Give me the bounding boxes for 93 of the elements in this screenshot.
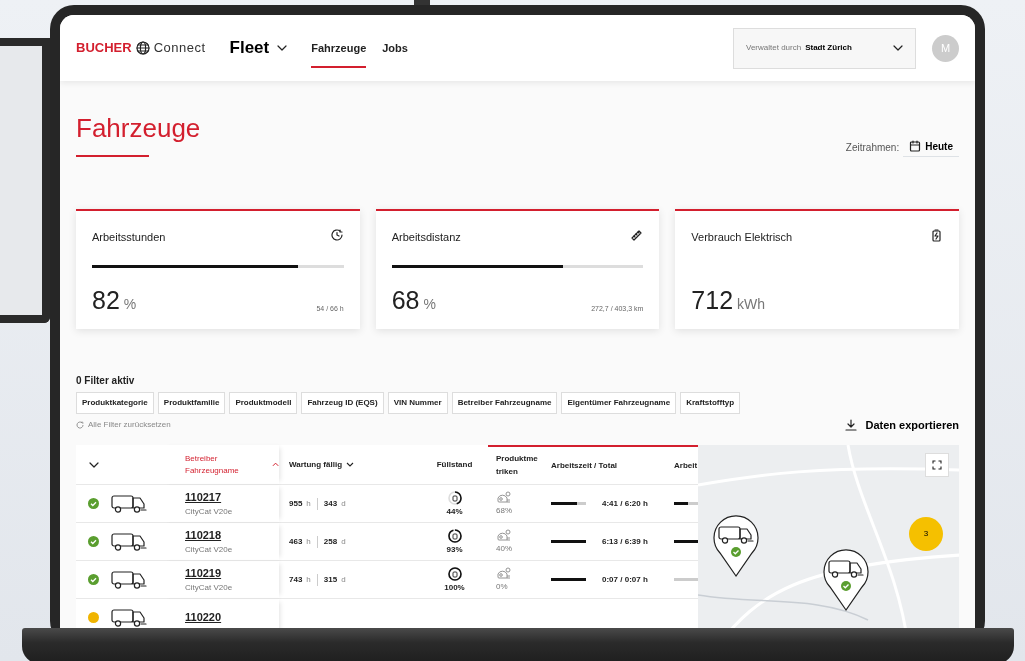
filter-chip[interactable]: Betreiber Fahrzeugname <box>451 391 558 414</box>
fullscreen-button[interactable] <box>925 453 949 478</box>
timeframe-selector[interactable]: Heute <box>903 137 959 157</box>
service-hours: 463 <box>289 535 303 548</box>
sort-ascending-icon <box>271 462 279 468</box>
sweeper-icon <box>496 490 512 505</box>
download-icon <box>845 418 858 431</box>
worktime-value: 0:07 / 0:07 h <box>602 573 648 586</box>
service-hours: 955 <box>289 497 303 510</box>
truck-icon <box>111 608 149 628</box>
globe-icon <box>135 41 150 55</box>
timeframe-label: Zeitrahmen: <box>845 140 900 155</box>
reset-filters-link[interactable]: Alle Filter zurücksetzen <box>76 418 171 431</box>
chevron-down-icon <box>277 45 288 51</box>
filter-count: 0 Filter aktiv <box>76 373 136 388</box>
kpi-title: Arbeitsstunden <box>92 229 166 245</box>
sort-descending-icon <box>346 462 355 468</box>
metric-value: 40% <box>496 542 512 555</box>
filter-chip[interactable]: Kraftstofftyp <box>680 391 741 414</box>
fill-gauge-icon <box>446 565 463 582</box>
kpi-unit: % <box>123 294 137 314</box>
worktime-bar-track <box>551 540 586 544</box>
worktime-value: 6:13 / 6:39 h <box>602 535 648 548</box>
brand-logo-text: BUCHER <box>76 39 132 58</box>
cluster-marker[interactable]: 3 <box>909 517 943 552</box>
filter-chip[interactable]: Produktfamilie <box>157 391 226 414</box>
kpi-title: Verbrauch Elektrisch <box>691 229 793 245</box>
vehicle-name-link[interactable]: 110217 <box>185 489 279 506</box>
filter-chip[interactable]: Produktkategorie <box>76 391 154 414</box>
fill-gauge-icon <box>446 489 463 506</box>
vehicle-name-link[interactable]: 110220 <box>185 609 279 626</box>
fill-level-text: 93% <box>446 543 463 556</box>
hours-unit: h <box>306 497 311 510</box>
vehicle-model: CityCat V20e <box>185 543 234 556</box>
kpi-unit: % <box>423 294 436 314</box>
worktime-bar-track <box>551 578 586 582</box>
metric-value: 68% <box>496 504 512 517</box>
kpi-value: 68 <box>391 287 420 313</box>
vehicle-name-link[interactable]: 110219 <box>185 565 279 582</box>
hours-unit: h <box>306 573 311 586</box>
fill-level-text: 44% <box>446 505 463 518</box>
page-title: Fahrzeuge <box>76 114 201 143</box>
filter-chip[interactable]: Fahrzeug ID (EQS) <box>301 391 384 414</box>
filter-chip[interactable]: Eigentümer Fahrzeugname <box>561 391 677 414</box>
vehicle-model: CityCat V20e <box>185 505 234 518</box>
column-header[interactable]: Füllstand <box>436 458 473 471</box>
fullscreen-icon <box>932 460 942 471</box>
product-name: Connect <box>153 39 206 58</box>
refresh-icon <box>76 420 84 429</box>
service-days: 343 <box>323 497 338 510</box>
filter-chip[interactable]: Produktmodell <box>229 391 298 414</box>
column-header[interactable]: Arbeitszeit / Total <box>551 459 618 472</box>
kpi-value: 712 <box>691 287 734 313</box>
fill-gauge-icon <box>446 527 463 544</box>
vehicle-model: CityCat V20e <box>185 581 234 594</box>
fill-level-text: 100% <box>444 581 465 594</box>
column-header[interactable]: Produktmetriken <box>496 452 540 479</box>
days-unit: d <box>341 573 346 586</box>
expand-all-icon <box>88 461 99 468</box>
column-header[interactable]: Wartung fällig <box>289 458 343 471</box>
kpi-value: 82 <box>92 287 120 313</box>
nav-tab[interactable]: Jobs <box>382 39 408 69</box>
column-header[interactable]: Betreiber Fahrzeugname <box>185 452 248 477</box>
work-bar-track <box>674 540 698 544</box>
managed-by-dropdown[interactable]: Verwaltet durch Stadt Zürich <box>733 27 916 69</box>
vehicle-name-link[interactable]: 110218 <box>185 527 279 544</box>
sweeper-icon <box>496 528 512 543</box>
column-header[interactable]: Arbeit <box>674 459 698 472</box>
service-days: 258 <box>323 535 338 548</box>
nav-tab[interactable]: Fahrzeuge <box>311 39 367 69</box>
service-hours: 743 <box>289 573 303 586</box>
filter-chip[interactable]: VIN Nummer <box>387 391 448 414</box>
truck-icon <box>111 494 149 514</box>
worktime-value: 4:41 / 6:20 h <box>602 497 648 510</box>
app-switcher[interactable]: Fleet <box>229 35 288 61</box>
days-unit: d <box>341 535 346 548</box>
service-days: 315 <box>323 573 338 586</box>
kpi-title: Arbeitsdistanz <box>391 229 461 245</box>
kpi-unit: kWh <box>737 294 766 314</box>
export-data-button[interactable]: Daten exportieren <box>845 416 959 434</box>
calendar-icon <box>909 140 922 153</box>
sweeper-icon <box>496 566 512 581</box>
hours-unit: h <box>306 535 311 548</box>
clock-icon <box>330 228 344 242</box>
worktime-bar-track <box>551 502 586 506</box>
days-unit: d <box>341 497 346 510</box>
truck-icon <box>111 532 149 552</box>
truck-icon <box>111 570 149 590</box>
work-bar-track <box>674 502 698 506</box>
battery-icon <box>930 228 943 242</box>
metric-value: 0% <box>496 580 508 593</box>
chevron-down-icon <box>893 45 903 51</box>
ruler-icon <box>630 228 644 242</box>
